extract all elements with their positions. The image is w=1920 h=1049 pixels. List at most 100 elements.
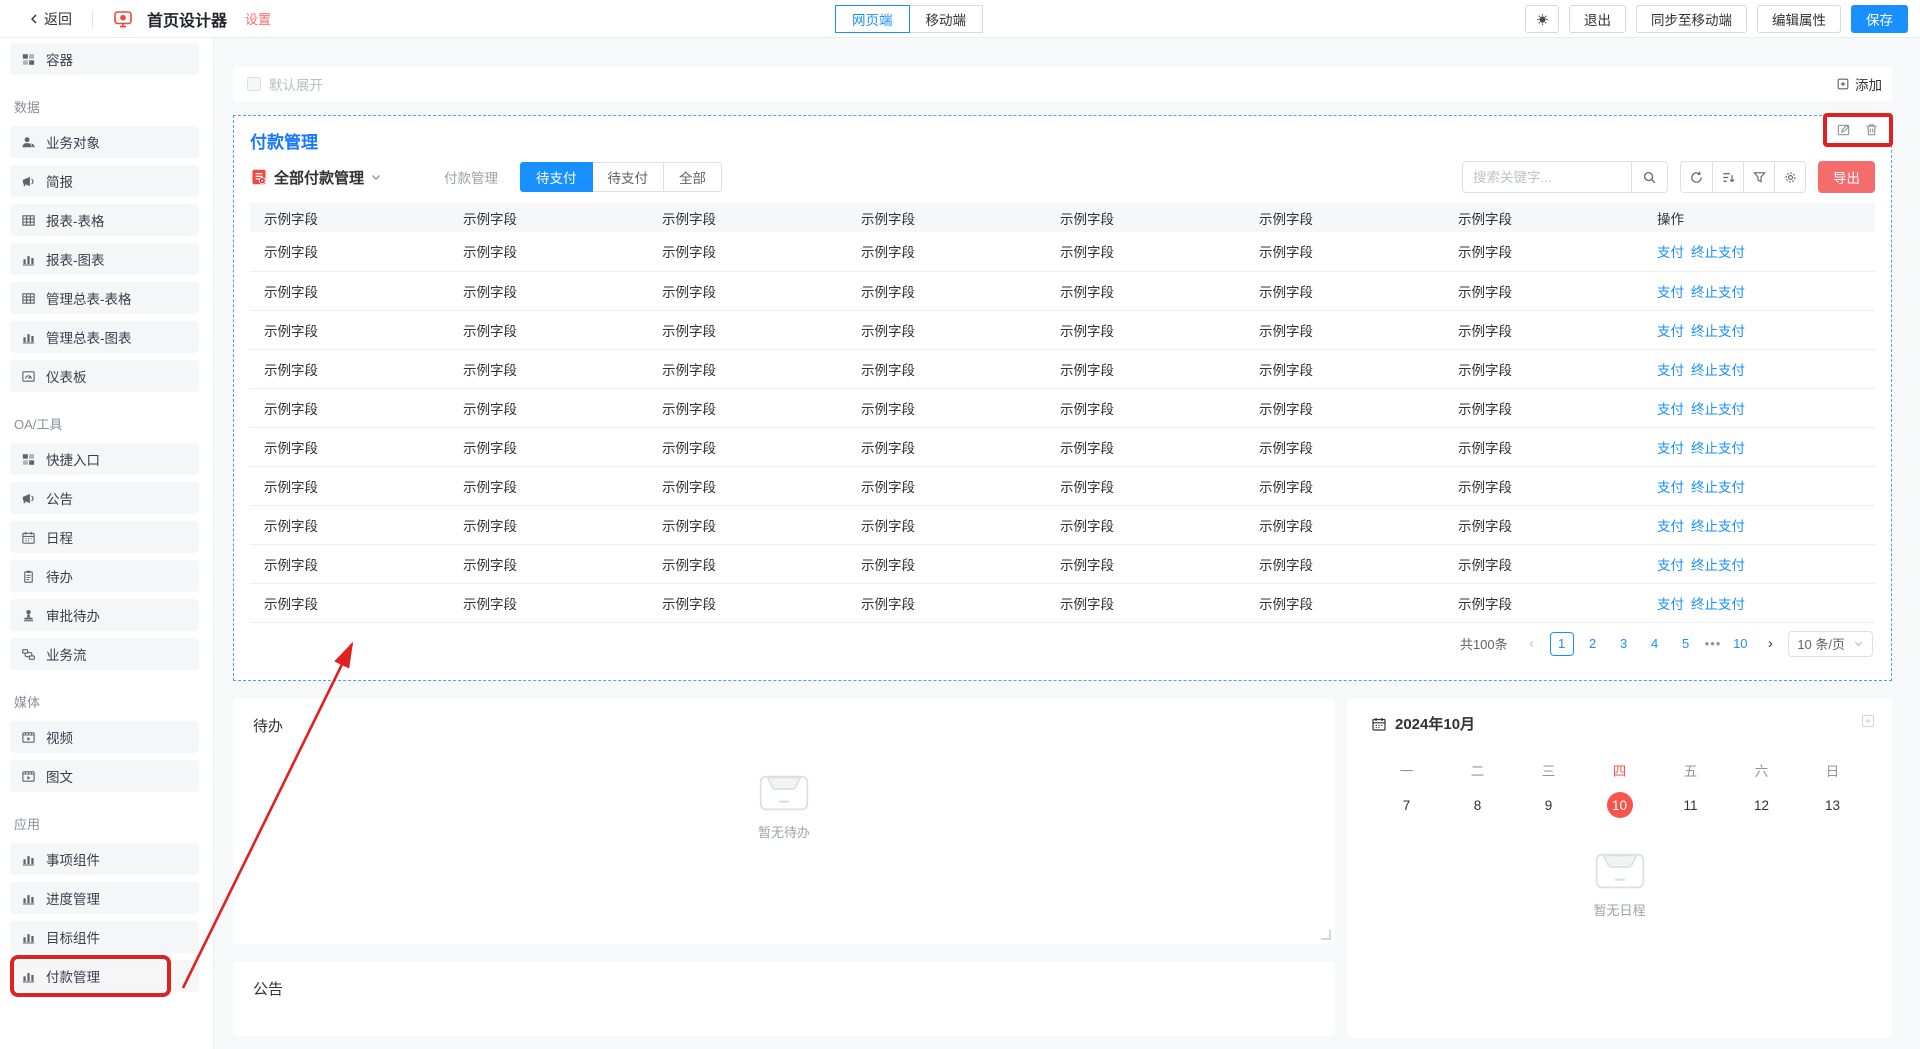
sidebar-item-目标组件[interactable]: 目标组件	[10, 921, 199, 953]
action-支付[interactable]: 支付	[1657, 245, 1684, 260]
action-终止支付[interactable]: 终止支付	[1691, 597, 1745, 612]
sort-button[interactable]	[1712, 162, 1743, 192]
action-支付[interactable]: 支付	[1657, 324, 1684, 339]
action-支付[interactable]: 支付	[1657, 402, 1684, 417]
default-expand-checkbox[interactable]	[247, 77, 261, 91]
sidebar-item-管理总表-表格[interactable]: 管理总表-表格	[10, 282, 199, 314]
page-size-select[interactable]: 10 条/页	[1788, 631, 1873, 657]
action-支付[interactable]: 支付	[1657, 285, 1684, 300]
page-5[interactable]: 5	[1674, 632, 1698, 656]
table-row[interactable]: 示例字段示例字段示例字段示例字段示例字段示例字段示例字段支付终止支付	[250, 232, 1875, 271]
sidebar-item-报表-图表[interactable]: 报表-图表	[10, 243, 199, 275]
cell-link[interactable]: 示例字段	[449, 349, 648, 388]
table-row[interactable]: 示例字段示例字段示例字段示例字段示例字段示例字段示例字段支付终止支付	[250, 505, 1875, 544]
back-button[interactable]: 返回	[28, 9, 72, 29]
date-13[interactable]: 13	[1797, 792, 1868, 818]
sidebar-item-视频[interactable]: 视频	[10, 721, 199, 753]
sidebar-item-付款管理[interactable]: 付款管理	[10, 960, 199, 992]
action-支付[interactable]: 支付	[1657, 519, 1684, 534]
payment-widget[interactable]: 付款管理 全部付款管理 付款管理 待支付待支付全部	[233, 115, 1892, 681]
action-终止支付[interactable]: 终止支付	[1691, 363, 1745, 378]
sidebar-item-事项组件[interactable]: 事项组件	[10, 843, 199, 875]
default-expand-option[interactable]: 默认展开	[247, 74, 323, 94]
date-9[interactable]: 9	[1513, 792, 1584, 818]
cell-link[interactable]: 示例字段	[449, 388, 648, 427]
sidebar-item-业务流[interactable]: 业务流	[10, 638, 199, 670]
sidebar-item-简报[interactable]: 简报	[10, 165, 199, 197]
page-ellipsis[interactable]: •••	[1705, 636, 1722, 651]
action-终止支付[interactable]: 终止支付	[1691, 324, 1745, 339]
notice-panel[interactable]: 公告	[233, 962, 1335, 1036]
sidebar-item-业务对象[interactable]: 业务对象	[10, 126, 199, 158]
column-settings-button[interactable]	[1774, 162, 1805, 192]
tab-web[interactable]: 网页端	[835, 5, 910, 33]
cell-link[interactable]: 示例字段	[449, 232, 648, 271]
cell-link[interactable]: 示例字段	[449, 271, 648, 310]
tab-mobile[interactable]: 移动端	[909, 5, 984, 33]
date-11[interactable]: 11	[1655, 792, 1726, 818]
date-10[interactable]: 10	[1584, 792, 1655, 818]
action-支付[interactable]: 支付	[1657, 597, 1684, 612]
action-支付[interactable]: 支付	[1657, 363, 1684, 378]
filter-tab-1[interactable]: 待支付	[592, 162, 665, 192]
action-终止支付[interactable]: 终止支付	[1691, 441, 1745, 456]
todo-panel[interactable]: 待办 暂无待办	[233, 699, 1335, 944]
table-row[interactable]: 示例字段示例字段示例字段示例字段示例字段示例字段示例字段支付终止支付	[250, 427, 1875, 466]
sidebar-item-待办[interactable]: 待办	[10, 560, 199, 592]
edit-widget-icon[interactable]	[1836, 122, 1852, 138]
exit-button[interactable]: 退出	[1569, 5, 1626, 33]
add-schedule-button[interactable]	[1858, 711, 1878, 731]
search-input[interactable]	[1463, 170, 1631, 185]
next-page-button[interactable]: ›	[1759, 635, 1781, 652]
cell-link[interactable]: 示例字段	[449, 310, 648, 349]
action-支付[interactable]: 支付	[1657, 441, 1684, 456]
filter-tab-0[interactable]: 待支付	[520, 162, 593, 192]
sync-mobile-button[interactable]: 同步至移动端	[1636, 5, 1747, 33]
table-row[interactable]: 示例字段示例字段示例字段示例字段示例字段示例字段示例字段支付终止支付	[250, 466, 1875, 505]
action-终止支付[interactable]: 终止支付	[1691, 285, 1745, 300]
cell-link[interactable]: 示例字段	[449, 466, 648, 505]
page-10[interactable]: 10	[1728, 632, 1752, 656]
table-row[interactable]: 示例字段示例字段示例字段示例字段示例字段示例字段示例字段支付终止支付	[250, 583, 1875, 622]
table-row[interactable]: 示例字段示例字段示例字段示例字段示例字段示例字段示例字段支付终止支付	[250, 271, 1875, 310]
action-终止支付[interactable]: 终止支付	[1691, 402, 1745, 417]
action-终止支付[interactable]: 终止支付	[1691, 519, 1745, 534]
table-row[interactable]: 示例字段示例字段示例字段示例字段示例字段示例字段示例字段支付终止支付	[250, 544, 1875, 583]
page-3[interactable]: 3	[1612, 632, 1636, 656]
action-支付[interactable]: 支付	[1657, 558, 1684, 573]
calendar-panel[interactable]: 2024年10月 一二三四五六日 78910111213 暂无日程	[1347, 699, 1892, 1038]
theme-bulb-button[interactable]	[1525, 5, 1559, 33]
cell-link[interactable]: 示例字段	[449, 427, 648, 466]
action-终止支付[interactable]: 终止支付	[1691, 245, 1745, 260]
sidebar-item-图文[interactable]: 图文	[10, 760, 199, 792]
cell-link[interactable]: 示例字段	[449, 505, 648, 544]
date-7[interactable]: 7	[1371, 792, 1442, 818]
sidebar-item-仪表板[interactable]: 仪表板	[10, 360, 199, 392]
tab-payment-plain[interactable]: 付款管理	[444, 167, 498, 187]
cell-link[interactable]: 示例字段	[449, 583, 648, 622]
prev-page-button[interactable]: ‹	[1521, 635, 1543, 652]
sidebar-item-容器[interactable]: 容器	[10, 43, 199, 75]
sidebar-item-日程[interactable]: 日程	[10, 521, 199, 553]
sidebar-item-进度管理[interactable]: 进度管理	[10, 882, 199, 914]
save-button[interactable]: 保存	[1851, 5, 1908, 33]
action-终止支付[interactable]: 终止支付	[1691, 558, 1745, 573]
refresh-button[interactable]	[1681, 162, 1712, 192]
search-button[interactable]	[1631, 162, 1667, 192]
resize-handle[interactable]	[1321, 930, 1331, 940]
filter-tab-2[interactable]: 全部	[663, 162, 722, 192]
table-row[interactable]: 示例字段示例字段示例字段示例字段示例字段示例字段示例字段支付终止支付	[250, 388, 1875, 427]
edit-properties-button[interactable]: 编辑属性	[1757, 5, 1841, 33]
table-row[interactable]: 示例字段示例字段示例字段示例字段示例字段示例字段示例字段支付终止支付	[250, 310, 1875, 349]
page-1[interactable]: 1	[1550, 632, 1574, 656]
sidebar-item-快捷入口[interactable]: 快捷入口	[10, 443, 199, 475]
data-source-dropdown[interactable]: 全部付款管理	[250, 167, 382, 188]
sidebar-item-审批待办[interactable]: 审批待办	[10, 599, 199, 631]
cell-link[interactable]: 示例字段	[449, 544, 648, 583]
page-4[interactable]: 4	[1643, 632, 1667, 656]
add-widget-button[interactable]: 添加	[1836, 74, 1882, 94]
export-button[interactable]: 导出	[1818, 161, 1875, 193]
action-终止支付[interactable]: 终止支付	[1691, 480, 1745, 495]
date-12[interactable]: 12	[1726, 792, 1797, 818]
filter-button[interactable]	[1743, 162, 1774, 192]
